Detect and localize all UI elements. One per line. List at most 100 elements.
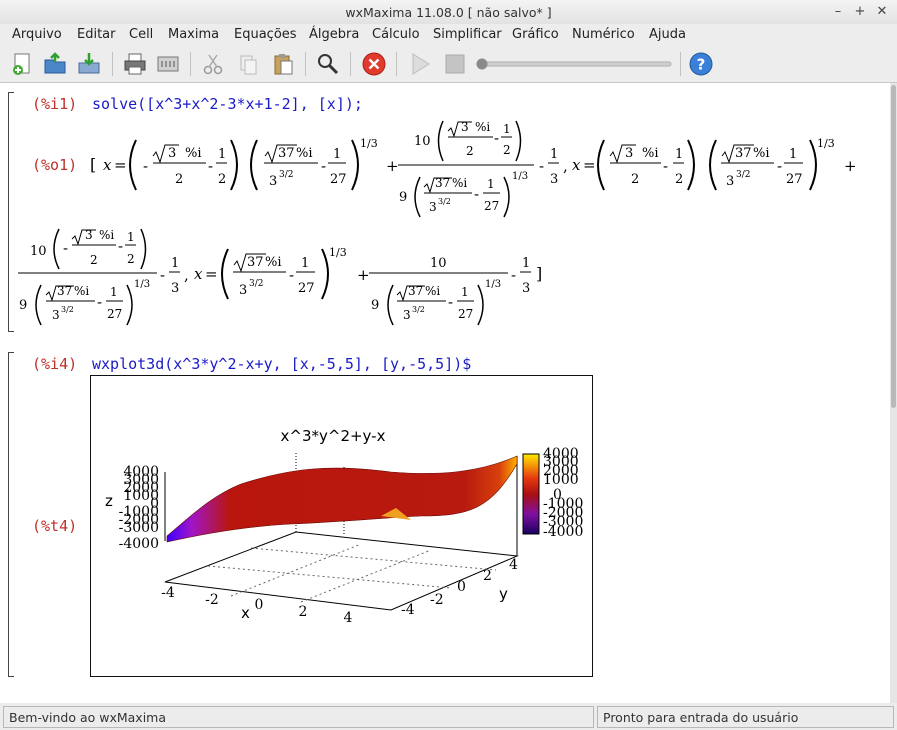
interrupt-icon[interactable] bbox=[361, 51, 387, 77]
toolbar-separator bbox=[350, 52, 351, 76]
formula-text: 9 bbox=[371, 298, 379, 313]
find-icon[interactable] bbox=[315, 51, 341, 77]
formula-text: 3 bbox=[522, 281, 530, 296]
toolbar-separator bbox=[190, 52, 191, 76]
copy-icon[interactable] bbox=[235, 51, 261, 77]
formula-text: 2 bbox=[175, 172, 183, 187]
formula-text: %i bbox=[642, 146, 659, 161]
formula-text: %i bbox=[753, 146, 770, 161]
formula-text: 3 bbox=[403, 308, 411, 322]
scrollbar-thumb[interactable] bbox=[891, 85, 896, 408]
input-code[interactable]: wxplot3d(x^3*y^2-x+y, [x,-5,5], [y,-5,5]… bbox=[92, 355, 471, 373]
menu-equacoes[interactable]: Equações bbox=[234, 27, 297, 42]
preferences-icon[interactable] bbox=[155, 51, 181, 77]
menu-editar[interactable]: Editar bbox=[77, 27, 116, 42]
menu-arquivo[interactable]: Arquivo bbox=[12, 27, 62, 42]
paste-icon[interactable] bbox=[270, 51, 296, 77]
formula-text: 1/3 bbox=[485, 279, 501, 290]
formula-text: 10 bbox=[414, 134, 431, 149]
formula-text: - bbox=[539, 157, 544, 175]
animation-slider[interactable] bbox=[475, 51, 673, 77]
vertical-scrollbar[interactable] bbox=[890, 83, 897, 703]
formula-text: 1 bbox=[675, 147, 683, 162]
formula-text: 1 bbox=[487, 177, 495, 191]
y-tick: 0 bbox=[457, 579, 466, 595]
formula-text: 2 bbox=[631, 172, 639, 187]
formula-text: 37 bbox=[408, 284, 423, 298]
menu-ajuda[interactable]: Ajuda bbox=[649, 27, 686, 42]
formula-text: 3 bbox=[171, 281, 179, 296]
y-tick: -4 bbox=[401, 602, 415, 618]
x-axis-label: x bbox=[241, 604, 250, 622]
formula-text: - bbox=[448, 293, 453, 311]
formula-text: 3 bbox=[269, 174, 277, 189]
maximize-icon[interactable]: + bbox=[851, 3, 869, 21]
toolbar-separator bbox=[112, 52, 113, 76]
formula-text: %i bbox=[296, 146, 313, 161]
formula-text: + bbox=[357, 266, 370, 284]
formula-text: 3/2 bbox=[438, 197, 451, 206]
toolbar-separator bbox=[396, 52, 397, 76]
menu-cell[interactable]: Cell bbox=[129, 27, 153, 42]
formula-text: 1 bbox=[301, 256, 309, 271]
help-icon[interactable]: ? bbox=[688, 51, 714, 77]
open-icon[interactable] bbox=[42, 51, 68, 77]
cell-bracket[interactable] bbox=[8, 352, 14, 677]
formula-text: - bbox=[511, 266, 516, 284]
menu-algebra[interactable]: Álgebra bbox=[309, 27, 359, 42]
print-icon[interactable] bbox=[122, 51, 148, 77]
status-left-text: Bem-vindo ao wxMaxima bbox=[9, 710, 167, 725]
formula-text: 3/2 bbox=[412, 305, 425, 314]
formula-text: 37 bbox=[247, 255, 264, 270]
formula-text: 1 bbox=[522, 256, 530, 271]
x-tick: 4 bbox=[344, 610, 353, 626]
formula-text: 3/2 bbox=[249, 279, 263, 289]
formula-text: %i bbox=[425, 284, 440, 298]
y-tick: -2 bbox=[430, 592, 444, 608]
formula-text: 1 bbox=[333, 147, 341, 162]
minimize-icon[interactable]: – bbox=[829, 3, 847, 21]
menu-grafico[interactable]: Gráfico bbox=[512, 27, 559, 42]
x-tick: 0 bbox=[255, 597, 264, 613]
formula-text: = bbox=[205, 265, 218, 283]
cut-icon[interactable] bbox=[200, 51, 226, 77]
x-tick: 2 bbox=[299, 604, 308, 620]
y-tick: 4 bbox=[509, 557, 518, 573]
window-titlebar[interactable]: wxMaxima 11.08.0 [ não salvo* ] – + ✕ bbox=[0, 0, 897, 24]
formula-text: + bbox=[844, 157, 857, 175]
formula-text: - bbox=[494, 129, 499, 147]
colorbar-tick: 1000 bbox=[543, 472, 579, 488]
formula-text: 10 bbox=[430, 256, 447, 271]
formula-text: + bbox=[386, 157, 399, 175]
worksheet[interactable]: (%i1) solve([x^3+x^2-3*x+1-2], [x]); (%o… bbox=[0, 83, 890, 703]
save-icon[interactable] bbox=[76, 51, 102, 77]
menu-calculo[interactable]: Cálculo bbox=[372, 27, 420, 42]
menu-numerico[interactable]: Numérico bbox=[572, 27, 635, 42]
formula-text: , bbox=[184, 266, 189, 284]
formula-text: 37 bbox=[735, 146, 752, 161]
formula-text: 3 bbox=[52, 308, 60, 322]
formula-text: - bbox=[160, 266, 165, 284]
formula-text: 2 bbox=[127, 252, 135, 266]
formula-text: 27 bbox=[107, 307, 122, 321]
formula-text: 37 bbox=[278, 146, 295, 161]
statusbar: Bem-vindo ao wxMaxima Pronto para entrad… bbox=[0, 703, 897, 730]
formula-text: 1 bbox=[550, 147, 558, 162]
stop-icon[interactable] bbox=[442, 51, 468, 77]
toolbar: ? bbox=[0, 46, 897, 83]
play-icon[interactable] bbox=[407, 51, 433, 77]
menubar: Arquivo Editar Cell Maxima Equações Álge… bbox=[0, 24, 897, 46]
status-left: Bem-vindo ao wxMaxima bbox=[3, 706, 594, 728]
formula-text: %i bbox=[452, 176, 467, 190]
menu-simplificar[interactable]: Simplificar bbox=[433, 27, 502, 42]
formula-text: 27 bbox=[458, 307, 473, 321]
formula-text: 27 bbox=[330, 172, 347, 187]
formula-text: 3 bbox=[239, 283, 247, 298]
formula-text: 1 bbox=[789, 147, 797, 162]
formula-text: 3/2 bbox=[61, 305, 74, 314]
formula-text: 2 bbox=[218, 172, 226, 187]
close-window-icon[interactable]: ✕ bbox=[873, 3, 891, 21]
new-document-icon[interactable] bbox=[10, 51, 36, 77]
x-tick: -2 bbox=[205, 592, 219, 608]
menu-maxima[interactable]: Maxima bbox=[168, 27, 219, 42]
